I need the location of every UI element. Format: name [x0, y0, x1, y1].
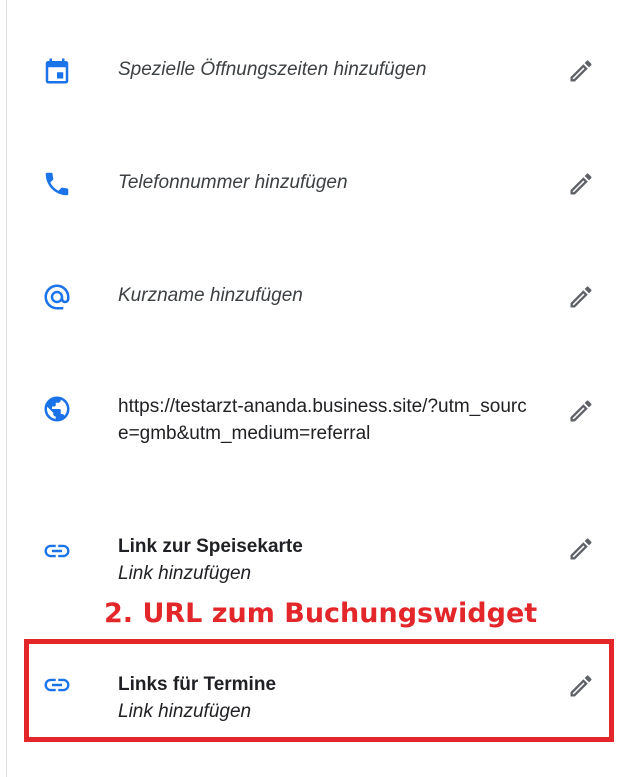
edit-menu-link-button[interactable] [564, 532, 598, 566]
row-phone[interactable]: Telefonnummer hinzufügen [0, 165, 629, 205]
menu-link-title: Link zur Speisekarte [118, 536, 303, 557]
pencil-icon [570, 60, 592, 82]
website-url[interactable]: https://testarzt-ananda.business.site/?u… [118, 393, 528, 447]
edit-special-hours-button[interactable] [564, 54, 598, 88]
highlight-box [24, 639, 614, 742]
calendar-icon [40, 54, 74, 88]
pencil-icon [570, 400, 592, 422]
short-name-label: Kurzname hinzufügen [118, 285, 303, 306]
edit-website-button[interactable] [564, 394, 598, 428]
annotation-label: 2. URL zum Buchungswidget [104, 598, 538, 629]
special-hours-label: Spezielle Öffnungszeiten hinzufügen [118, 59, 427, 80]
phone-icon [40, 167, 74, 201]
phone-label: Telefonnummer hinzufügen [118, 172, 348, 193]
edit-short-name-button[interactable] [564, 280, 598, 314]
pencil-icon [570, 173, 592, 195]
at-sign-icon [40, 280, 74, 314]
menu-link-text: Link zur Speisekarte Link hinzufügen [118, 533, 538, 587]
pencil-icon [570, 538, 592, 560]
link-icon [40, 534, 74, 568]
menu-link-subtitle: Link hinzufügen [118, 563, 252, 584]
globe-icon [40, 392, 74, 426]
row-website[interactable]: https://testarzt-ananda.business.site/?u… [0, 392, 629, 452]
edit-phone-button[interactable] [564, 167, 598, 201]
pencil-icon [570, 286, 592, 308]
row-short-name[interactable]: Kurzname hinzufügen [0, 278, 629, 318]
row-special-hours[interactable]: Spezielle Öffnungszeiten hinzufügen [0, 52, 629, 92]
row-menu-link[interactable]: Link zur Speisekarte Link hinzufügen [0, 532, 629, 592]
